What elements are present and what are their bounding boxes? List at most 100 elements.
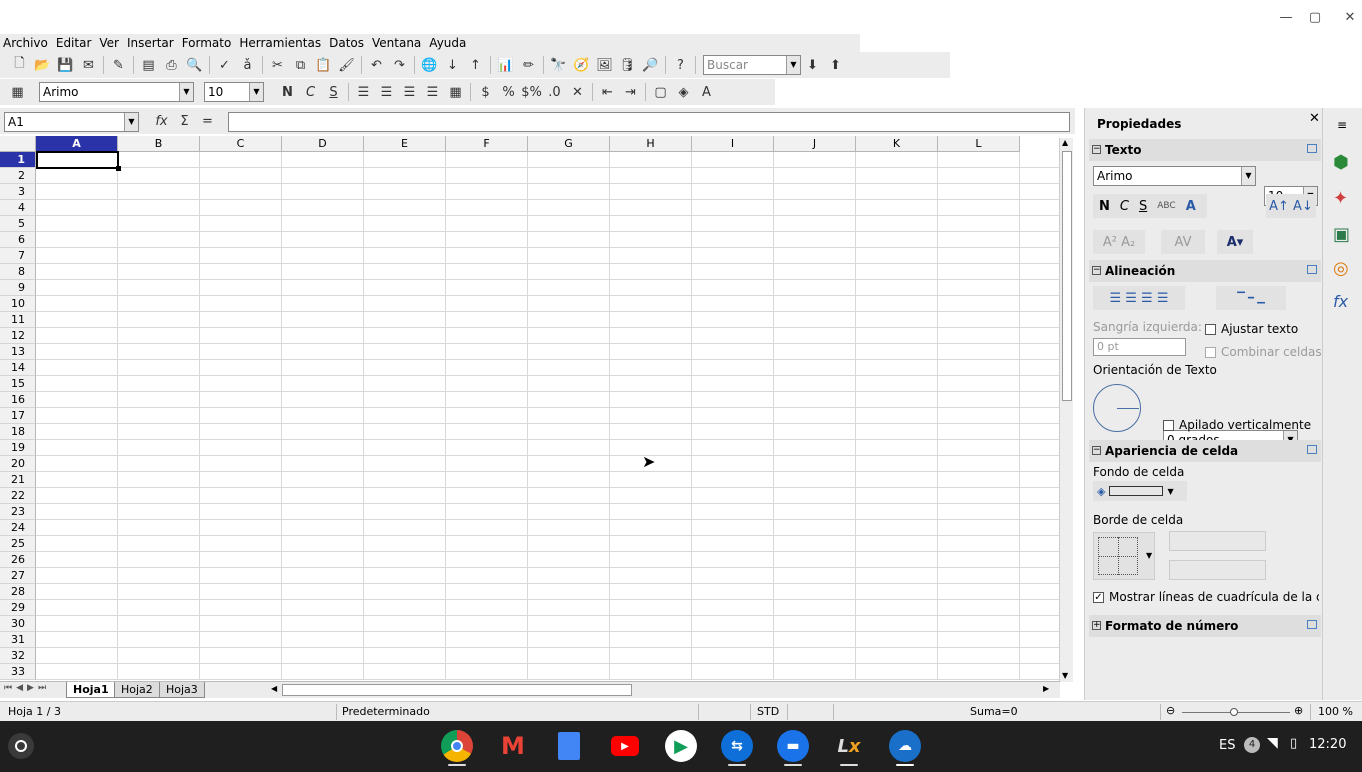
- increase-indent-icon[interactable]: ⇥: [619, 81, 642, 103]
- styles-icon[interactable]: ▦: [6, 81, 29, 103]
- row-header[interactable]: 11: [0, 312, 36, 328]
- row-header[interactable]: 3: [0, 184, 36, 200]
- row-header[interactable]: 17: [0, 408, 36, 424]
- sort-ascending-icon[interactable]: ↓: [441, 54, 464, 76]
- help-icon[interactable]: ?: [669, 54, 692, 76]
- menu-ayuda[interactable]: Ayuda: [426, 35, 471, 51]
- row-header[interactable]: 27: [0, 568, 36, 584]
- row-header[interactable]: 5: [0, 216, 36, 232]
- language-indicator[interactable]: ES: [1219, 738, 1235, 753]
- row-header[interactable]: 4: [0, 200, 36, 216]
- underline-button[interactable]: S: [322, 81, 345, 103]
- panel-alineacion-header[interactable]: − Alineación: [1089, 260, 1321, 282]
- background-color-icon[interactable]: ◈: [672, 81, 695, 103]
- navigator-icon[interactable]: ◎: [1333, 258, 1349, 279]
- row-header[interactable]: 16: [0, 392, 36, 408]
- redo-icon[interactable]: ↷: [388, 54, 411, 76]
- save-icon[interactable]: 💾: [54, 54, 77, 76]
- scroll-down-icon[interactable]: ▼: [1062, 671, 1068, 680]
- standard-format-icon[interactable]: $%: [520, 81, 543, 103]
- minimize-icon[interactable]: —: [1276, 8, 1296, 28]
- open-icon[interactable]: 📂: [31, 54, 54, 76]
- row-header[interactable]: 19: [0, 440, 36, 456]
- decrease-indent-icon[interactable]: ⇤: [596, 81, 619, 103]
- zoom-out-icon[interactable]: ⊖: [1166, 704, 1175, 717]
- column-header[interactable]: L: [938, 136, 1020, 152]
- sheet-tab[interactable]: Hoja2: [114, 682, 160, 698]
- spreadsheet-grid[interactable]: ABCDEFGHIJKL 1 2 3 4 5 6 7 8 9 10 11 12 13 14 15 16 17 18…: [0, 135, 1060, 681]
- sidebar-underline-button[interactable]: S: [1139, 199, 1147, 214]
- row-header[interactable]: 6: [0, 232, 36, 248]
- row-header[interactable]: 33: [0, 664, 36, 680]
- sheet-tab[interactable]: Hoja1: [66, 682, 116, 698]
- menu-formato[interactable]: Formato: [179, 35, 237, 51]
- row-header[interactable]: 7: [0, 248, 36, 264]
- row-header[interactable]: 25: [0, 536, 36, 552]
- chevron-down-icon[interactable]: ▼: [1241, 167, 1255, 185]
- chart-icon[interactable]: 📊: [494, 54, 517, 76]
- sum-icon[interactable]: Σ: [173, 110, 196, 132]
- column-header[interactable]: B: [118, 136, 200, 152]
- undo-icon[interactable]: ↶: [365, 54, 388, 76]
- autospell-icon[interactable]: ǎ: [236, 54, 259, 76]
- row-header[interactable]: 24: [0, 520, 36, 536]
- row-header[interactable]: 8: [0, 264, 36, 280]
- menu-insertar[interactable]: Insertar: [124, 35, 179, 51]
- chrome-icon[interactable]: [441, 730, 473, 762]
- more-options-icon[interactable]: [1307, 620, 1317, 629]
- font-color-icon[interactable]: A▾: [1217, 230, 1253, 254]
- export-pdf-icon[interactable]: ▤: [137, 54, 160, 76]
- collapse-icon[interactable]: −: [1092, 266, 1101, 275]
- row-header[interactable]: 30: [0, 616, 36, 632]
- row-header[interactable]: 22: [0, 488, 36, 504]
- clock[interactable]: 12:20: [1309, 737, 1346, 752]
- row-header[interactable]: 28: [0, 584, 36, 600]
- draw-functions-icon[interactable]: ✏: [517, 54, 540, 76]
- cell-border-picker[interactable]: ▼: [1093, 532, 1155, 580]
- notification-badge[interactable]: 4: [1244, 737, 1260, 753]
- print-preview-icon[interactable]: 🔍: [183, 54, 206, 76]
- scrollbar-thumb[interactable]: [1062, 151, 1072, 401]
- sheet-nav-arrows-icon[interactable]: ⏮◀▶⏭: [4, 683, 50, 693]
- bold-button[interactable]: N: [276, 81, 299, 103]
- column-header[interactable]: J: [774, 136, 856, 152]
- gallery-icon[interactable]: 🖼: [593, 54, 616, 76]
- row-header[interactable]: 9: [0, 280, 36, 296]
- scroll-up-icon[interactable]: ▲: [1062, 138, 1068, 147]
- column-header[interactable]: E: [364, 136, 446, 152]
- chevron-down-icon[interactable]: ▼: [249, 83, 263, 101]
- zoom-in-icon[interactable]: ⊕: [1294, 704, 1303, 717]
- add-decimal-icon[interactable]: .0: [543, 81, 566, 103]
- collapse-icon[interactable]: −: [1092, 446, 1101, 455]
- align-center-icon[interactable]: ☰: [375, 81, 398, 103]
- row-header[interactable]: 10: [0, 296, 36, 312]
- collapse-icon[interactable]: −: [1092, 145, 1101, 154]
- row-header[interactable]: 2: [0, 168, 36, 184]
- selection-mode[interactable]: STD: [757, 705, 779, 718]
- select-all-corner[interactable]: [0, 136, 36, 152]
- panel-apariencia-header[interactable]: − Apariencia de celda: [1089, 440, 1321, 462]
- chevron-down-icon[interactable]: ▼: [1167, 487, 1173, 496]
- row-header[interactable]: 31: [0, 632, 36, 648]
- play-store-icon[interactable]: ▶: [665, 730, 697, 762]
- lyx-icon[interactable]: Lx: [833, 730, 865, 762]
- sort-descending-icon[interactable]: ↑: [464, 54, 487, 76]
- vertical-align-group[interactable]: ▔ ━ ▁: [1216, 286, 1286, 310]
- docs-icon[interactable]: [553, 730, 585, 762]
- column-header[interactable]: D: [282, 136, 364, 152]
- scroll-left-icon[interactable]: ◀: [271, 684, 277, 693]
- row-header[interactable]: 23: [0, 504, 36, 520]
- font-size-adjust-group[interactable]: A↑ A↓: [1266, 194, 1316, 218]
- openoffice-icon[interactable]: ☁: [889, 730, 921, 762]
- strikethrough-icon[interactable]: ABC: [1157, 201, 1175, 211]
- new-document-icon[interactable]: 🗋: [8, 54, 31, 76]
- chevron-down-icon[interactable]: ▼: [786, 56, 800, 74]
- navigator-icon[interactable]: 🧭: [570, 54, 593, 76]
- font-size-select[interactable]: 10 ▼: [204, 82, 264, 102]
- maximize-icon[interactable]: ▢: [1305, 8, 1325, 28]
- column-header[interactable]: H: [610, 136, 692, 152]
- column-header[interactable]: C: [200, 136, 282, 152]
- column-header[interactable]: A: [36, 136, 118, 152]
- row-header[interactable]: 14: [0, 360, 36, 376]
- sheet-tab[interactable]: Hoja3: [159, 682, 205, 698]
